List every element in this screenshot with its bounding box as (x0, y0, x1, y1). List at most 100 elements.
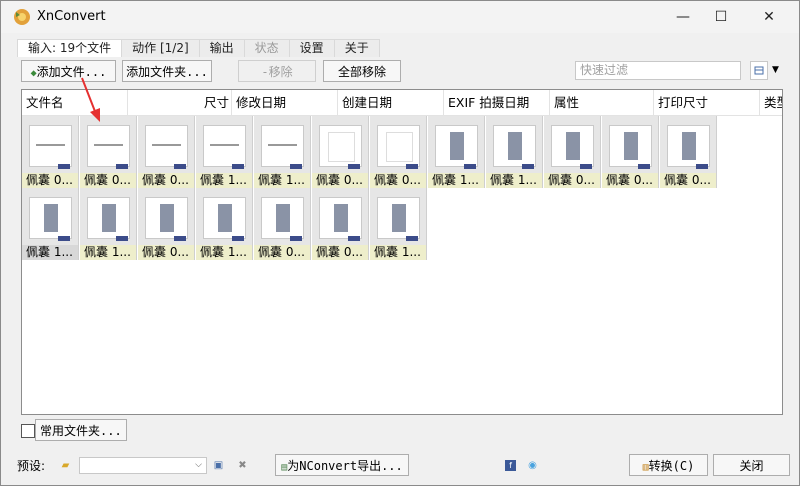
thumbnail-image (668, 126, 709, 166)
remove-button[interactable]: -移除 (238, 60, 316, 82)
grid-view-icon (754, 66, 764, 75)
delete-icon[interactable]: ✖ (237, 460, 248, 471)
thumbnail-image (88, 198, 129, 238)
format-badge (58, 164, 70, 169)
thumbnail-image (204, 198, 245, 238)
thumbnail-item[interactable]: 佩囊 0... (602, 116, 659, 188)
thumbnail-image (436, 126, 477, 166)
column-modified-date[interactable]: 修改日期 (232, 90, 338, 115)
close-window-button[interactable]: ✕ (746, 1, 792, 33)
folder-icon[interactable]: ▰ (60, 460, 71, 471)
thumbnail-item[interactable]: 佩囊 1... (196, 116, 253, 188)
column-print-size[interactable]: 打印尺寸 (654, 90, 760, 115)
xnconvert-app-icon (14, 9, 30, 25)
thumbnail-image (320, 198, 361, 238)
thumbnail-image-content (386, 132, 413, 162)
thumbnail-item[interactable]: 佩囊 0... (22, 116, 79, 188)
thumbnail-item[interactable]: 佩囊 1... (486, 116, 543, 188)
facebook-icon[interactable]: f (505, 460, 516, 471)
thumbnail-label: 佩囊 0... (602, 173, 658, 188)
thumbnail-image-content (36, 144, 65, 146)
thumbnail-label: 佩囊 0... (138, 245, 194, 260)
export-nconvert-button[interactable]: ▤为NConvert导出... (275, 454, 409, 476)
remove-label: 移除 (268, 65, 293, 79)
thumbnail-image (146, 198, 187, 238)
tab-settings[interactable]: 设置 (288, 39, 335, 57)
chevron-down-icon[interactable]: ▼ (769, 61, 782, 80)
remove-all-button[interactable]: 全部移除 (323, 60, 401, 82)
preset-label: 预设: (17, 459, 46, 473)
format-badge (58, 236, 70, 241)
thumbnail-label: 佩囊 0... (544, 173, 600, 188)
format-badge (522, 164, 534, 169)
column-exif-date[interactable]: EXIF 拍摄日期 (444, 90, 550, 115)
convert-button[interactable]: ▥转换(C) (629, 454, 708, 476)
thumbnail-image-content (94, 144, 123, 146)
twitter-icon[interactable]: ◉ (527, 460, 538, 471)
format-badge (406, 164, 418, 169)
close-button[interactable]: 关闭 (713, 454, 790, 476)
tab-status[interactable]: 状态 (243, 39, 290, 57)
column-attributes[interactable]: 属性 (550, 90, 654, 115)
format-badge (232, 164, 244, 169)
column-created-date[interactable]: 创建日期 (338, 90, 444, 115)
format-badge (290, 164, 302, 169)
format-badge (174, 236, 186, 241)
thumbnail-image-content (682, 132, 696, 160)
thumbnail-item[interactable]: 佩囊 0... (138, 116, 195, 188)
format-badge (696, 164, 708, 169)
column-filename[interactable]: 文件名 (22, 90, 128, 115)
thumbnail-image (378, 198, 419, 238)
tab-input[interactable]: 输入: 19个文件 (17, 39, 123, 57)
thumbnail-item[interactable]: 佩囊 1... (196, 188, 253, 260)
format-badge (116, 236, 128, 241)
thumbnail-image-content (328, 132, 355, 162)
format-badge (116, 164, 128, 169)
format-badge (464, 164, 476, 169)
thumbnail-image (262, 126, 303, 166)
thumbnail-item[interactable]: 佩囊 1... (370, 188, 427, 260)
tab-actions[interactable]: 动作 [1/2] (121, 39, 200, 57)
thumbnail-image (146, 126, 187, 166)
thumbnail-item[interactable]: 佩囊 0... (370, 116, 427, 188)
format-badge (638, 164, 650, 169)
quick-filter-input[interactable]: 快速过滤 (575, 61, 741, 80)
app-window: XnConvert — ☐ ✕ 输入: 19个文件 动作 [1/2] 输出 状态… (0, 0, 800, 486)
thumbnail-image-content (334, 204, 348, 232)
format-badge (232, 236, 244, 241)
thumbnail-item[interactable]: 佩囊 1... (254, 116, 311, 188)
column-type[interactable]: 类型 (760, 90, 782, 115)
export-label: 为NConvert导出... (287, 459, 403, 473)
save-icon[interactable]: ▣ (213, 460, 224, 471)
thumbnail-item[interactable]: 佩囊 0... (254, 188, 311, 260)
thumbnail-label: 佩囊 0... (660, 173, 716, 188)
thumbnail-image-content (218, 204, 232, 232)
thumbnail-item[interactable]: 佩囊 0... (312, 188, 369, 260)
thumbnail-item[interactable]: 佩囊 0... (80, 116, 137, 188)
thumbnail-image-content (44, 204, 58, 232)
add-folder-button[interactable]: 添加文件夹... (122, 60, 212, 82)
column-size[interactable]: 尺寸 (128, 90, 232, 115)
thumbnail-item[interactable]: 佩囊 1... (428, 116, 485, 188)
thumbnail-item[interactable]: 佩囊 1... (22, 188, 79, 260)
thumbnail-item[interactable]: 佩囊 0... (544, 116, 601, 188)
tab-about[interactable]: 关于 (333, 39, 380, 57)
thumbnail-image-content (508, 132, 522, 160)
minus-icon: - (261, 65, 269, 79)
thumbnail-item[interactable]: 佩囊 0... (660, 116, 717, 188)
favorites-checkbox[interactable] (21, 424, 35, 438)
thumbnail-label: 佩囊 1... (22, 245, 78, 260)
thumbnail-item[interactable]: 佩囊 1... (80, 188, 137, 260)
thumbnail-image-content (624, 132, 638, 160)
view-mode-button[interactable] (750, 61, 768, 80)
thumbnail-label: 佩囊 1... (486, 173, 542, 188)
thumbnail-label: 佩囊 1... (80, 245, 136, 260)
favorite-folders-button[interactable]: 常用文件夹... (35, 419, 127, 441)
file-list-panel[interactable]: 文件名 尺寸 修改日期 创建日期 EXIF 拍摄日期 属性 打印尺寸 类型 佩囊… (21, 89, 783, 415)
tab-output[interactable]: 输出 (198, 39, 245, 57)
thumbnail-item[interactable]: 佩囊 0... (312, 116, 369, 188)
preset-select[interactable]: ⌵ (79, 457, 207, 474)
thumbnail-image-content (160, 204, 174, 232)
maximize-button[interactable]: ☐ (698, 1, 744, 33)
thumbnail-item[interactable]: 佩囊 0... (138, 188, 195, 260)
